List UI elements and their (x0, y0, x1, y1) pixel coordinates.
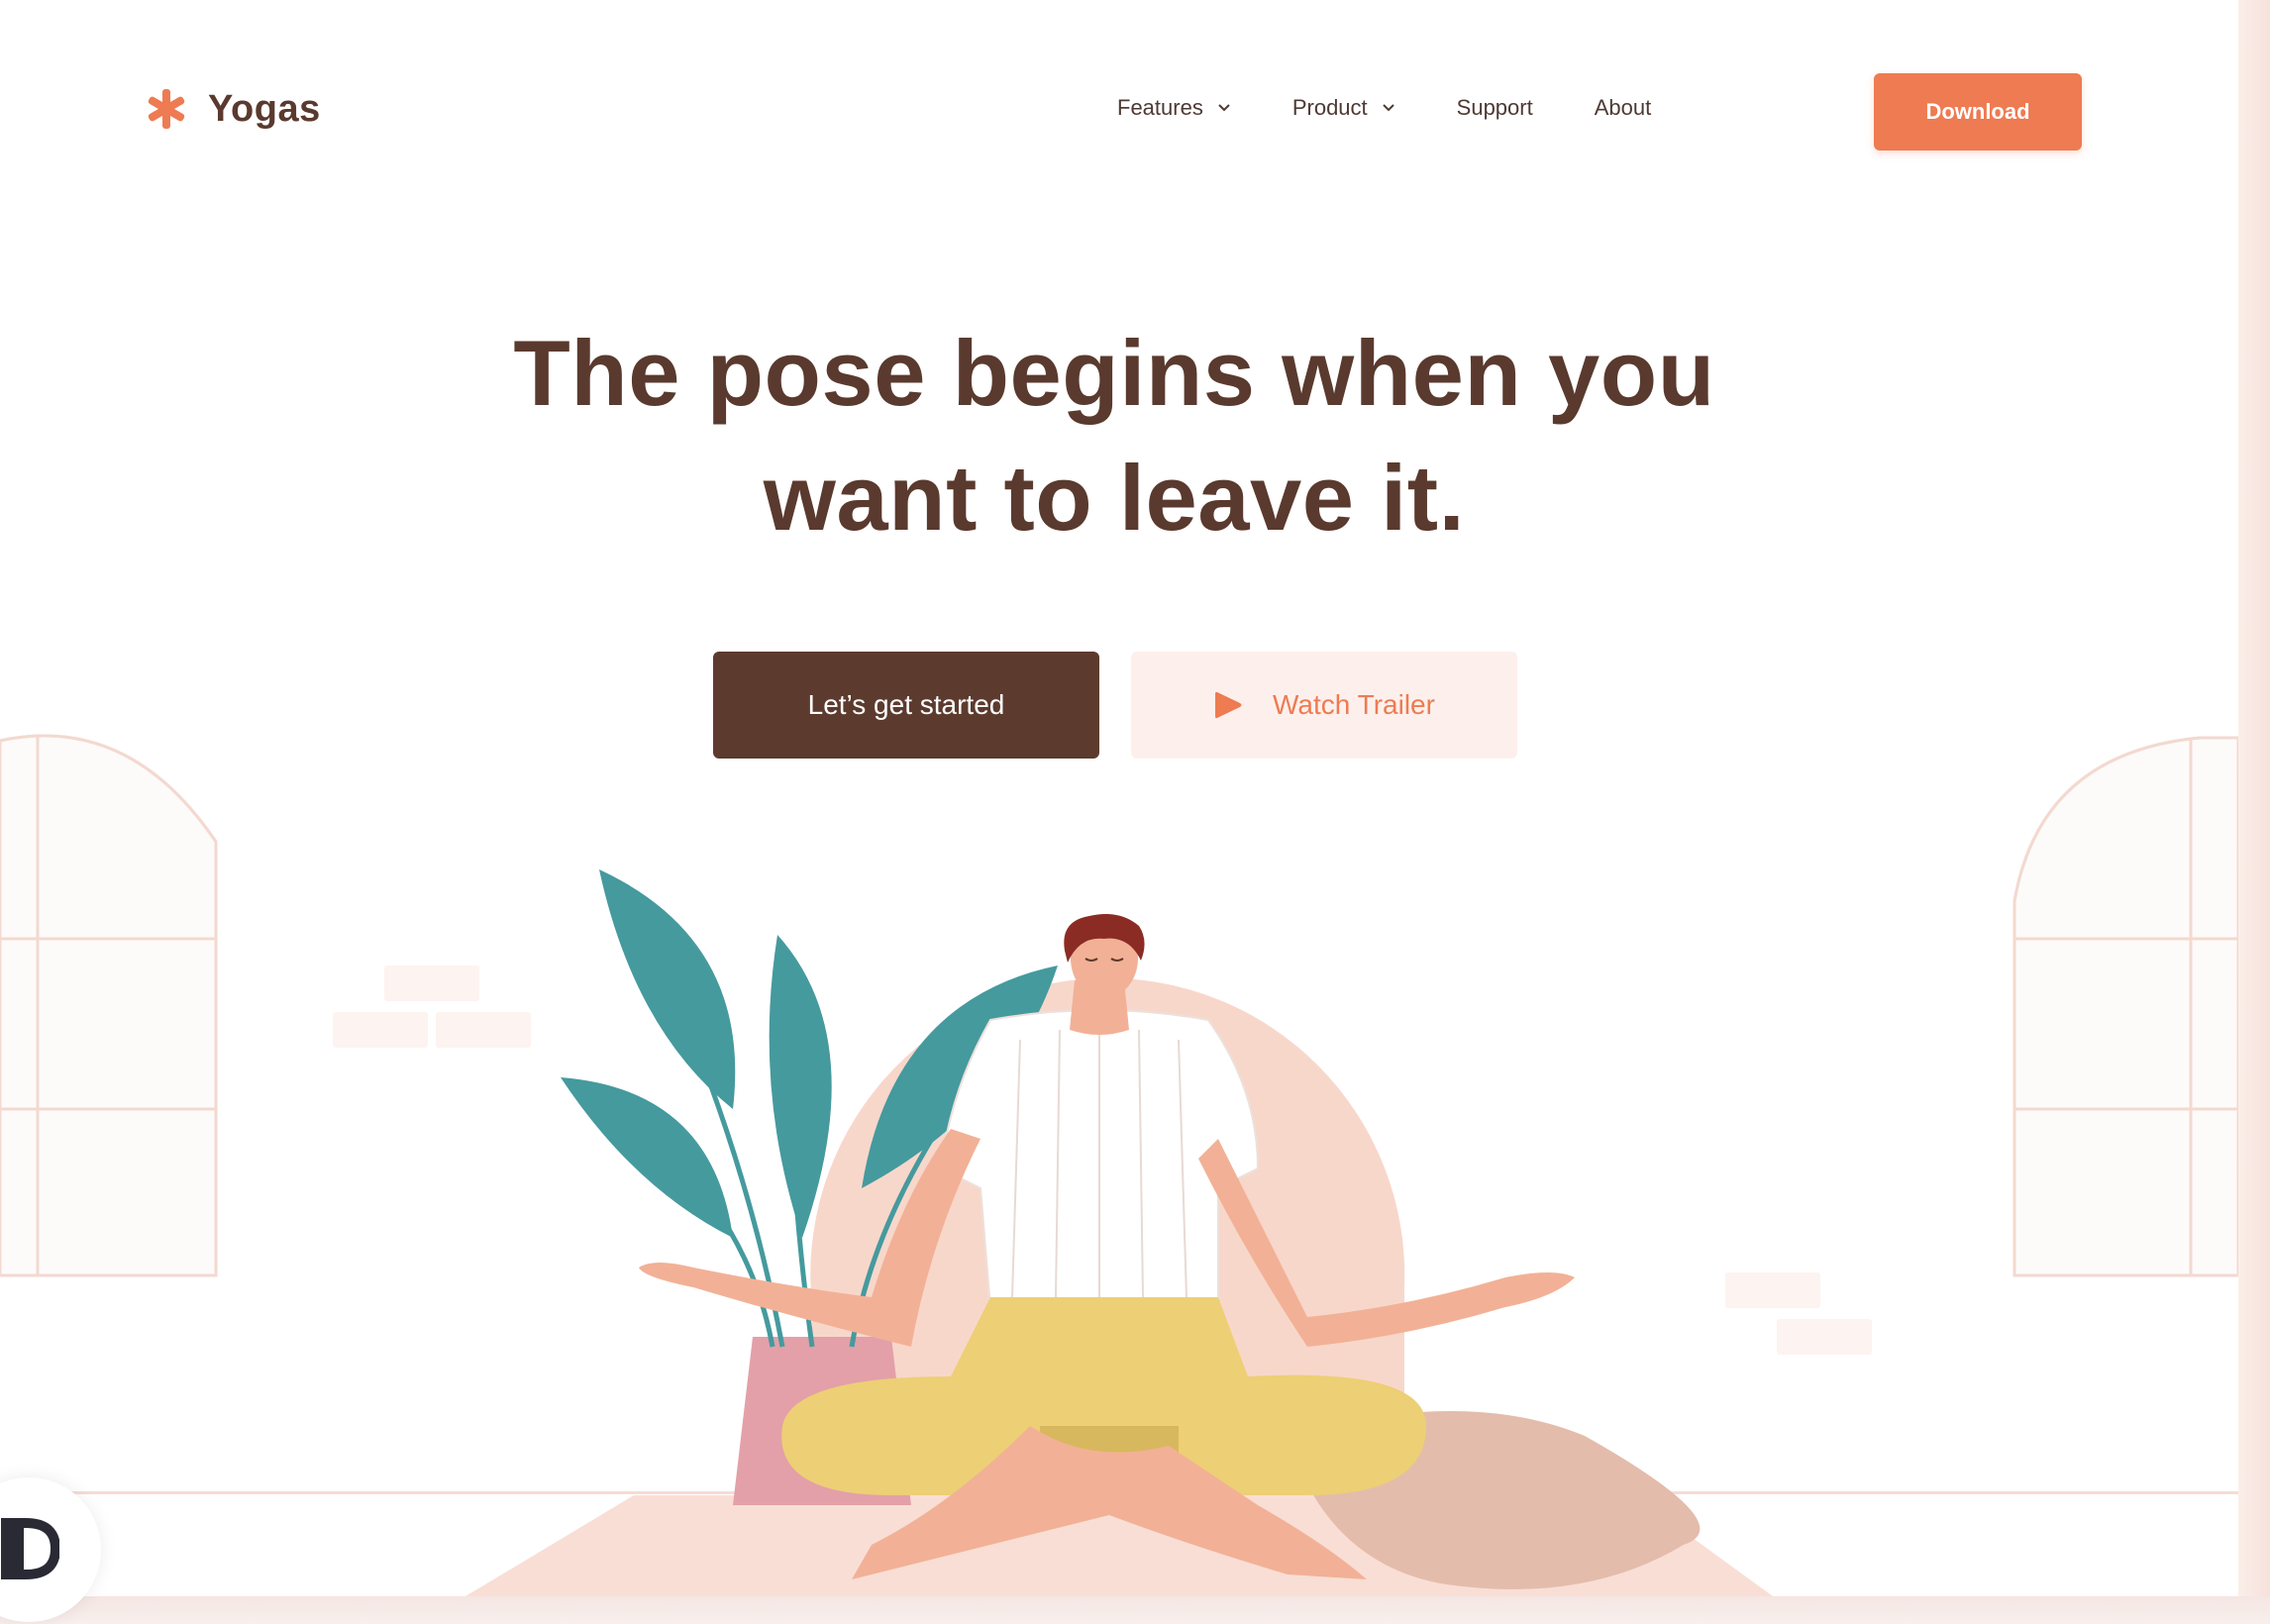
nav-item-label: Support (1456, 95, 1533, 120)
main-nav: Features Product Support About (1117, 95, 1712, 121)
brand-d-icon (1, 1518, 59, 1579)
nav-item-label: Features (1117, 95, 1203, 120)
chevron-down-icon (1218, 104, 1230, 112)
nav-item-support[interactable]: Support (1457, 95, 1533, 121)
headline-line-1: The pose begins when you (513, 321, 1715, 425)
download-button[interactable]: Download (1874, 73, 2082, 151)
brand-name: Yogas (208, 87, 321, 130)
nav-item-label: About (1594, 95, 1652, 120)
headline-line-2: want to leave it. (763, 446, 1466, 550)
get-started-button[interactable]: Let’s get started (713, 652, 1099, 759)
window-edge-right (2238, 0, 2270, 1624)
watch-trailer-button[interactable]: Watch Trailer (1131, 652, 1517, 759)
landing-page: Yogas Features Product Support About Dow… (0, 0, 2238, 1596)
nav-item-label: Product (1291, 95, 1368, 120)
brand-logo[interactable]: Yogas (145, 87, 321, 131)
asterisk-icon (148, 89, 185, 129)
nav-item-about[interactable]: About (1595, 95, 1652, 121)
nav-item-features[interactable]: Features (1117, 95, 1231, 121)
play-icon (1215, 691, 1242, 719)
chevron-down-icon (1382, 104, 1394, 112)
hero-headline: The pose begins when you want to leave i… (376, 311, 1852, 560)
left-window (0, 734, 218, 1277)
right-window (2012, 736, 2238, 1277)
meditation-illustration (0, 734, 2238, 1596)
window-edge-bottom (0, 1596, 2270, 1624)
watch-trailer-label: Watch Trailer (1273, 689, 1435, 720)
nav-item-product[interactable]: Product (1292, 95, 1395, 121)
